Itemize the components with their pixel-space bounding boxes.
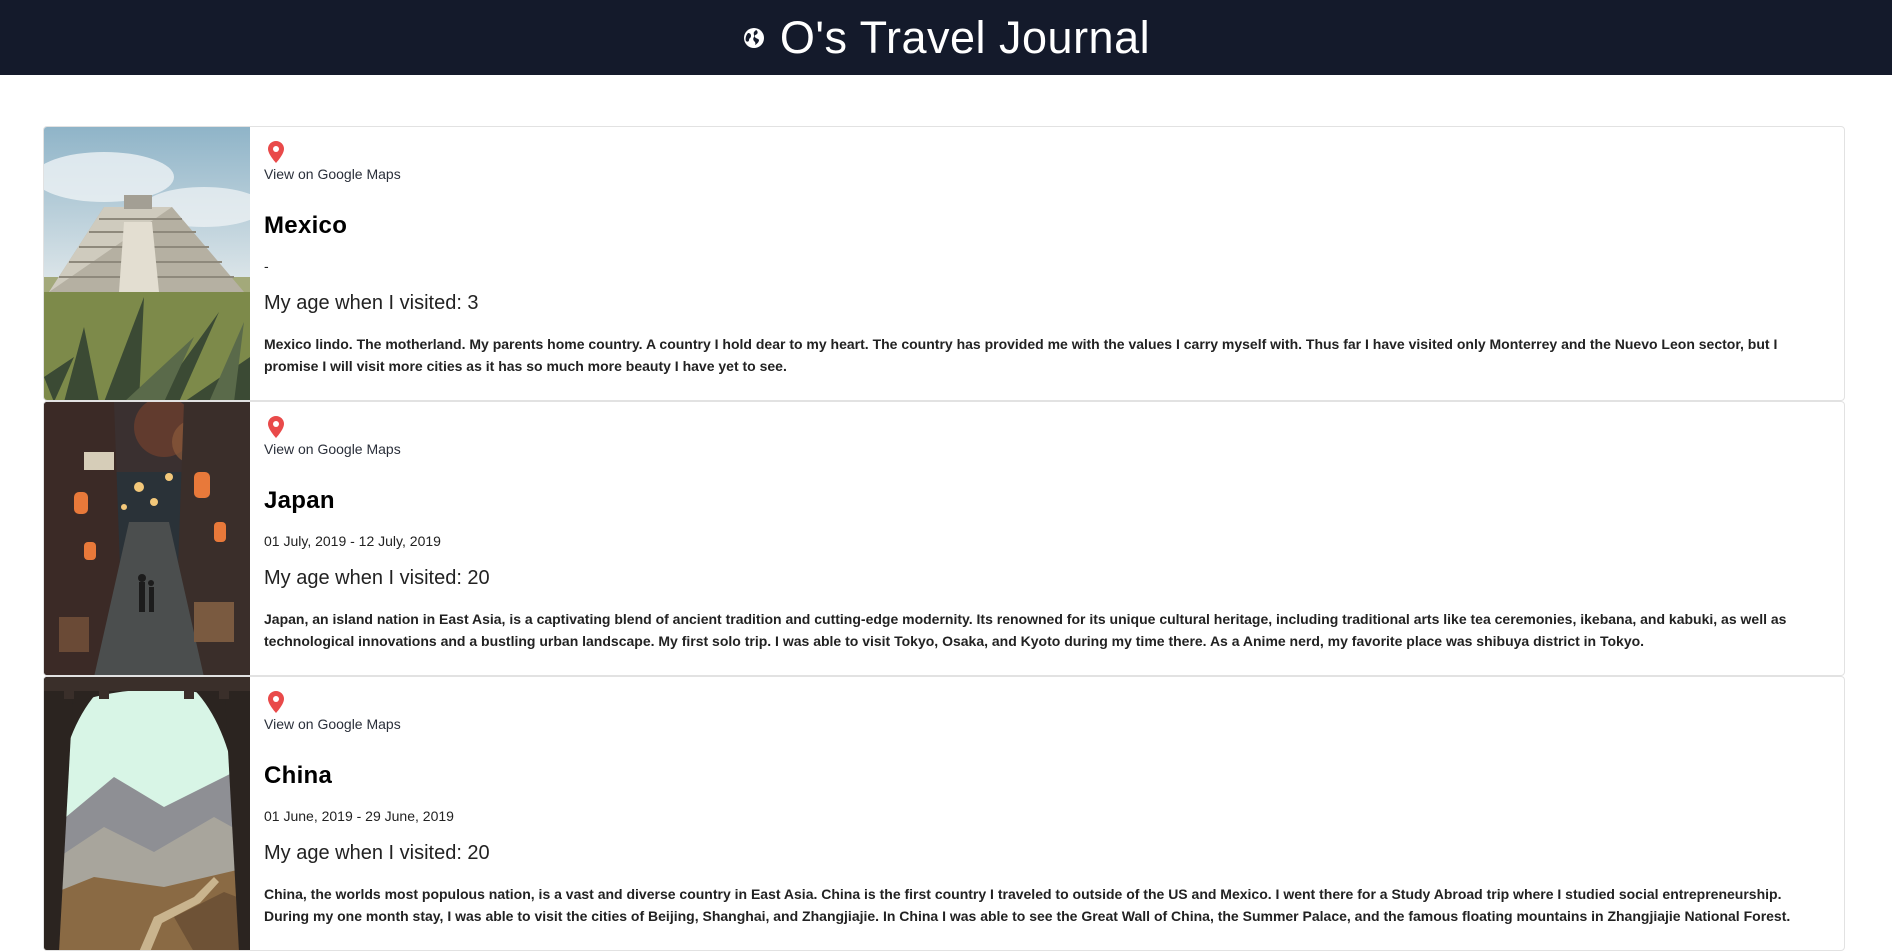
- app-header: O's Travel Journal: [0, 0, 1892, 75]
- great-wall-photo: [44, 677, 250, 950]
- journal-entry: View on Google Maps Mexico - My age when…: [43, 126, 1845, 401]
- entry-details: View on Google Maps China 01 June, 2019 …: [250, 677, 1844, 950]
- entry-description: Japan, an island nation in East Asia, is…: [264, 611, 1787, 649]
- entry-details: View on Google Maps Mexico - My age when…: [250, 127, 1844, 400]
- globe-icon: [742, 26, 766, 50]
- visit-dates: 01 July, 2019 - 12 July, 2019: [264, 533, 441, 549]
- location-pin-icon: [264, 691, 1830, 713]
- journal-entry: View on Google Maps China 01 June, 2019 …: [43, 676, 1845, 951]
- visit-dates: 01 June, 2019 - 29 June, 2019: [264, 808, 454, 824]
- pyramid-photo: [44, 127, 250, 400]
- visit-dates: -: [264, 258, 269, 274]
- country-name: China: [264, 762, 333, 789]
- google-maps-link[interactable]: View on Google Maps: [264, 716, 401, 732]
- location-pin-icon: [264, 141, 1830, 163]
- google-maps-link[interactable]: View on Google Maps: [264, 166, 401, 182]
- google-maps-link[interactable]: View on Google Maps: [264, 441, 401, 457]
- entry-details: View on Google Maps Japan 01 July, 2019 …: [250, 402, 1844, 675]
- entry-description: China, the worlds most populous nation, …: [264, 886, 1791, 924]
- location-pin-icon: [264, 416, 1830, 438]
- visit-age: My age when I visited: 3: [264, 292, 479, 314]
- journal-entry-list: View on Google Maps Mexico - My age when…: [43, 126, 1845, 951]
- visit-age: My age when I visited: 20: [264, 842, 490, 864]
- app-title: O's Travel Journal: [779, 11, 1151, 63]
- visit-age: My age when I visited: 20: [264, 567, 490, 589]
- country-name: Japan: [264, 487, 335, 514]
- tokyo-alley-photo: [44, 402, 250, 675]
- journal-entry: View on Google Maps Japan 01 July, 2019 …: [43, 401, 1845, 676]
- country-name: Mexico: [264, 212, 348, 239]
- entry-description: Mexico lindo. The motherland. My parents…: [264, 336, 1778, 374]
